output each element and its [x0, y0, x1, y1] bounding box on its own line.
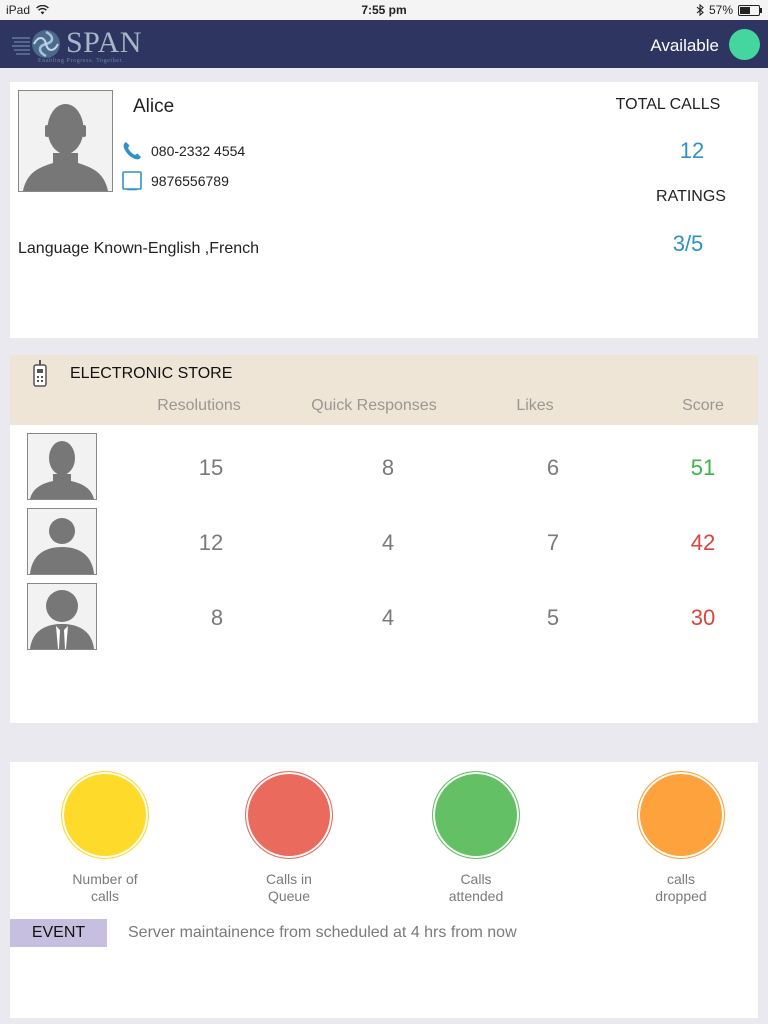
battery-status: 57% [696, 3, 762, 17]
logo-wordmark: SPAN [66, 26, 142, 59]
availability-label: Available [650, 36, 719, 55]
stat-label-line: attended [448, 888, 504, 904]
clock: 7:55 pm [361, 3, 407, 17]
stat-calls-in-queue[interactable]: Calls in Queue [219, 771, 359, 905]
logo-tagline: Enabling Progress. Together. [38, 58, 124, 64]
column-quick-responses: Quick Responses [311, 397, 437, 414]
mobile-row: 9876556789 [121, 170, 229, 192]
store-device-icon [33, 360, 47, 387]
store-title: ELECTRONIC STORE [70, 365, 233, 382]
likes-value: 5 [546, 605, 560, 630]
app-header: SPAN Enabling Progress. Together. Availa… [0, 20, 768, 68]
span-logo: SPAN Enabling Progress. Together. [10, 24, 160, 64]
score-value: 51 [690, 455, 716, 480]
likes-value: 6 [546, 455, 560, 480]
number-of-calls-indicator [61, 771, 149, 859]
languages-known: Language Known-English ,French [18, 240, 260, 257]
calls-in-queue-indicator [245, 771, 333, 859]
resolutions-value: 8 [210, 605, 224, 630]
quick-responses-value: 4 [381, 530, 395, 555]
battery-percent: 57% [708, 3, 733, 17]
leaderboard-header: ELECTRONIC STORE Resolutions Quick Respo… [10, 355, 758, 425]
total-calls-label: TOTAL CALLS [615, 96, 721, 113]
resolutions-value: 12 [198, 530, 224, 555]
quick-responses-value: 4 [381, 605, 395, 630]
stat-label-line: Calls in [266, 871, 312, 887]
agent-avatar [18, 90, 113, 192]
resolutions-value: 15 [198, 455, 224, 480]
call-stats-card: Number of calls Calls in Queue Calls att… [10, 762, 758, 1018]
row-avatar [27, 433, 97, 500]
event-tag: EVENT [10, 919, 107, 947]
store-leaderboard: ELECTRONIC STORE Resolutions Quick Respo… [10, 355, 758, 723]
agent-profile-card: Alice 080-2332 4554 9876556789 Language … [10, 82, 758, 338]
battery-icon [738, 4, 762, 16]
phone-number: 080-2332 4554 [151, 143, 246, 159]
quick-responses-value: 8 [381, 455, 395, 480]
status-bar: iPad 7:55 pm 57% [0, 0, 768, 20]
man-silhouette-icon [28, 434, 96, 499]
calls-dropped-indicator [637, 771, 725, 859]
column-score: Score [682, 397, 724, 414]
stat-label-line: calls [666, 871, 695, 887]
table-row[interactable]: 12 4 7 42 [10, 508, 758, 576]
person-silhouette-icon [28, 509, 96, 574]
calls-attended-indicator [432, 771, 520, 859]
row-avatar [27, 583, 97, 650]
column-likes: Likes [516, 397, 554, 414]
stat-label-line: calls [90, 888, 119, 904]
agent-name: Alice [133, 96, 175, 117]
bluetooth-icon [696, 4, 704, 16]
table-row[interactable]: 8 4 5 30 [10, 583, 758, 651]
stat-number-of-calls[interactable]: Number of calls [35, 771, 175, 905]
stat-label-line: Number of [72, 871, 138, 887]
stat-label: Number of calls [35, 871, 175, 905]
availability-toggle[interactable] [729, 29, 760, 60]
row-avatar [27, 508, 97, 575]
person-tie-silhouette-icon [28, 584, 96, 649]
event-message: Server maintainence from scheduled at 4 … [128, 924, 517, 941]
stat-calls-dropped[interactable]: calls dropped [611, 771, 751, 905]
stat-label: calls dropped [611, 871, 751, 905]
tablet-icon[interactable] [121, 170, 143, 192]
phone-icon[interactable] [121, 140, 143, 162]
stat-label: Calls in Queue [219, 871, 359, 905]
likes-value: 7 [546, 530, 560, 555]
score-value: 30 [690, 605, 716, 630]
phone-row: 080-2332 4554 [121, 140, 245, 162]
stat-label-line: dropped [655, 888, 707, 904]
stat-label-line: Calls [460, 871, 492, 887]
stat-label-line: Queue [267, 888, 311, 904]
column-resolutions: Resolutions [157, 397, 241, 414]
man-silhouette-icon [19, 91, 112, 191]
total-calls-value: 12 [679, 138, 705, 163]
stat-calls-attended[interactable]: Calls attended [406, 771, 546, 905]
ratings-value: 3/5 [672, 231, 704, 256]
mobile-number: 9876556789 [151, 173, 229, 189]
score-value: 42 [690, 530, 716, 555]
table-row[interactable]: 15 8 6 51 [10, 433, 758, 501]
stat-label: Calls attended [406, 871, 546, 905]
ratings-label: RATINGS [656, 188, 726, 205]
